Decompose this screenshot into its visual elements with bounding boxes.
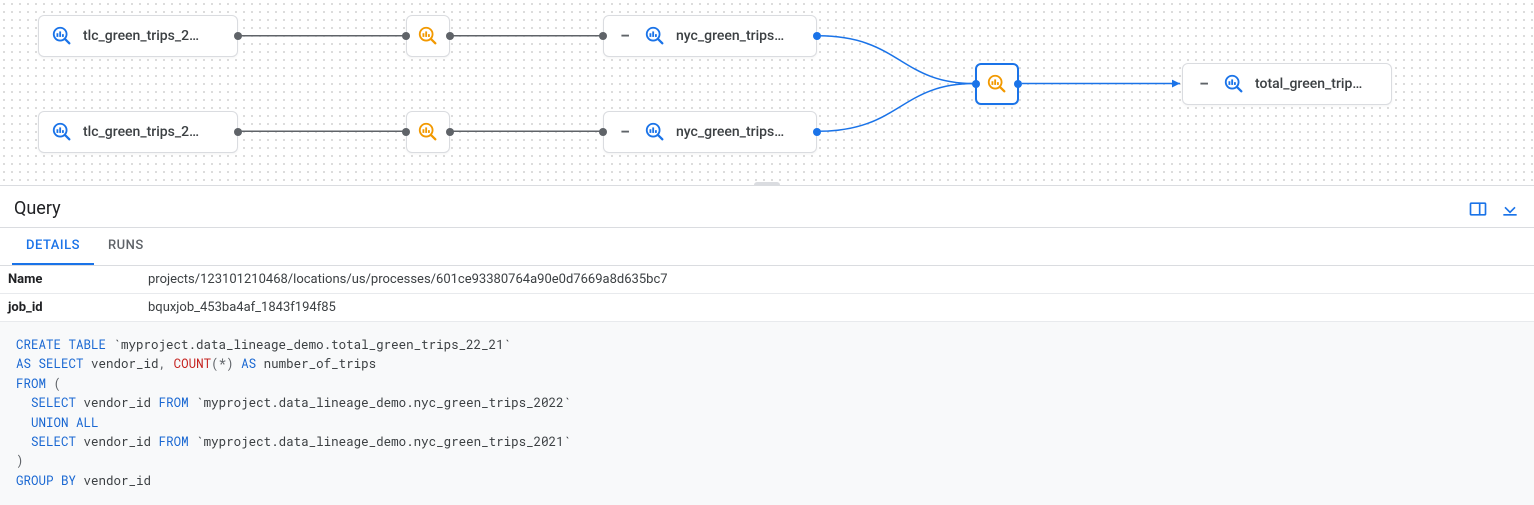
node-label: nyc_green_trips… bbox=[676, 28, 784, 44]
node-source-2[interactable]: tlc_green_trips_2022 bbox=[38, 111, 238, 153]
details-table: Name projects/123101210468/locations/us/… bbox=[0, 266, 1534, 322]
node-label: total_green_trip… bbox=[1255, 76, 1362, 92]
detail-row-job: job_id bquxjob_453ba4af_1843f194f85 bbox=[0, 293, 1534, 321]
detail-key: Name bbox=[8, 272, 148, 287]
port-out bbox=[813, 128, 821, 136]
bigquery-icon bbox=[1223, 73, 1245, 95]
layout-toggle-icon[interactable] bbox=[1468, 199, 1488, 219]
query-icon bbox=[986, 73, 1008, 95]
collapse-icon[interactable]: − bbox=[616, 27, 634, 45]
bigquery-icon bbox=[644, 25, 666, 47]
node-label: tlc_green_trips_2021 bbox=[83, 28, 203, 44]
tabs: DETAILS RUNS bbox=[0, 228, 1534, 266]
node-process-2[interactable] bbox=[406, 111, 450, 153]
detail-value: projects/123101210468/locations/us/proce… bbox=[148, 272, 668, 287]
port-in bbox=[402, 32, 410, 40]
node-intermediate-2[interactable]: − nyc_green_trips… bbox=[603, 111, 817, 153]
panel-title: Query bbox=[14, 198, 61, 219]
details-header: Query bbox=[0, 186, 1534, 228]
node-source-1[interactable]: tlc_green_trips_2021 bbox=[38, 15, 238, 57]
detail-key: job_id bbox=[8, 300, 148, 315]
resize-handle[interactable] bbox=[754, 182, 780, 186]
tab-details[interactable]: DETAILS bbox=[12, 228, 94, 265]
collapse-icon[interactable]: − bbox=[1195, 75, 1213, 93]
collapse-panel-icon[interactable] bbox=[1500, 199, 1520, 219]
query-icon bbox=[417, 121, 439, 143]
bigquery-icon bbox=[51, 25, 73, 47]
port-out bbox=[446, 32, 454, 40]
collapse-icon[interactable]: − bbox=[616, 123, 634, 141]
port-out bbox=[813, 32, 821, 40]
port-out bbox=[234, 32, 242, 40]
port-out bbox=[234, 128, 242, 136]
sql-editor[interactable]: CREATE TABLE `myproject.data_lineage_dem… bbox=[0, 322, 1534, 505]
port-in bbox=[402, 128, 410, 136]
port-in bbox=[972, 80, 980, 88]
node-label: tlc_green_trips_2022 bbox=[83, 124, 203, 140]
port-out bbox=[1014, 80, 1022, 88]
tab-runs[interactable]: RUNS bbox=[94, 228, 158, 265]
port-in bbox=[599, 128, 607, 136]
bigquery-icon bbox=[51, 121, 73, 143]
port-out bbox=[446, 128, 454, 136]
node-process-1[interactable] bbox=[406, 15, 450, 57]
bigquery-icon bbox=[644, 121, 666, 143]
lineage-canvas[interactable]: tlc_green_trips_2021 − nyc_green_trips… … bbox=[0, 0, 1534, 186]
detail-row-name: Name projects/123101210468/locations/us/… bbox=[0, 266, 1534, 293]
node-process-selected[interactable] bbox=[975, 63, 1019, 105]
detail-value: bquxjob_453ba4af_1843f194f85 bbox=[148, 300, 336, 315]
query-icon bbox=[417, 25, 439, 47]
node-label: nyc_green_trips… bbox=[676, 124, 784, 140]
port-in bbox=[599, 32, 607, 40]
node-intermediate-1[interactable]: − nyc_green_trips… bbox=[603, 15, 817, 57]
node-output[interactable]: − total_green_trip… bbox=[1182, 63, 1392, 105]
